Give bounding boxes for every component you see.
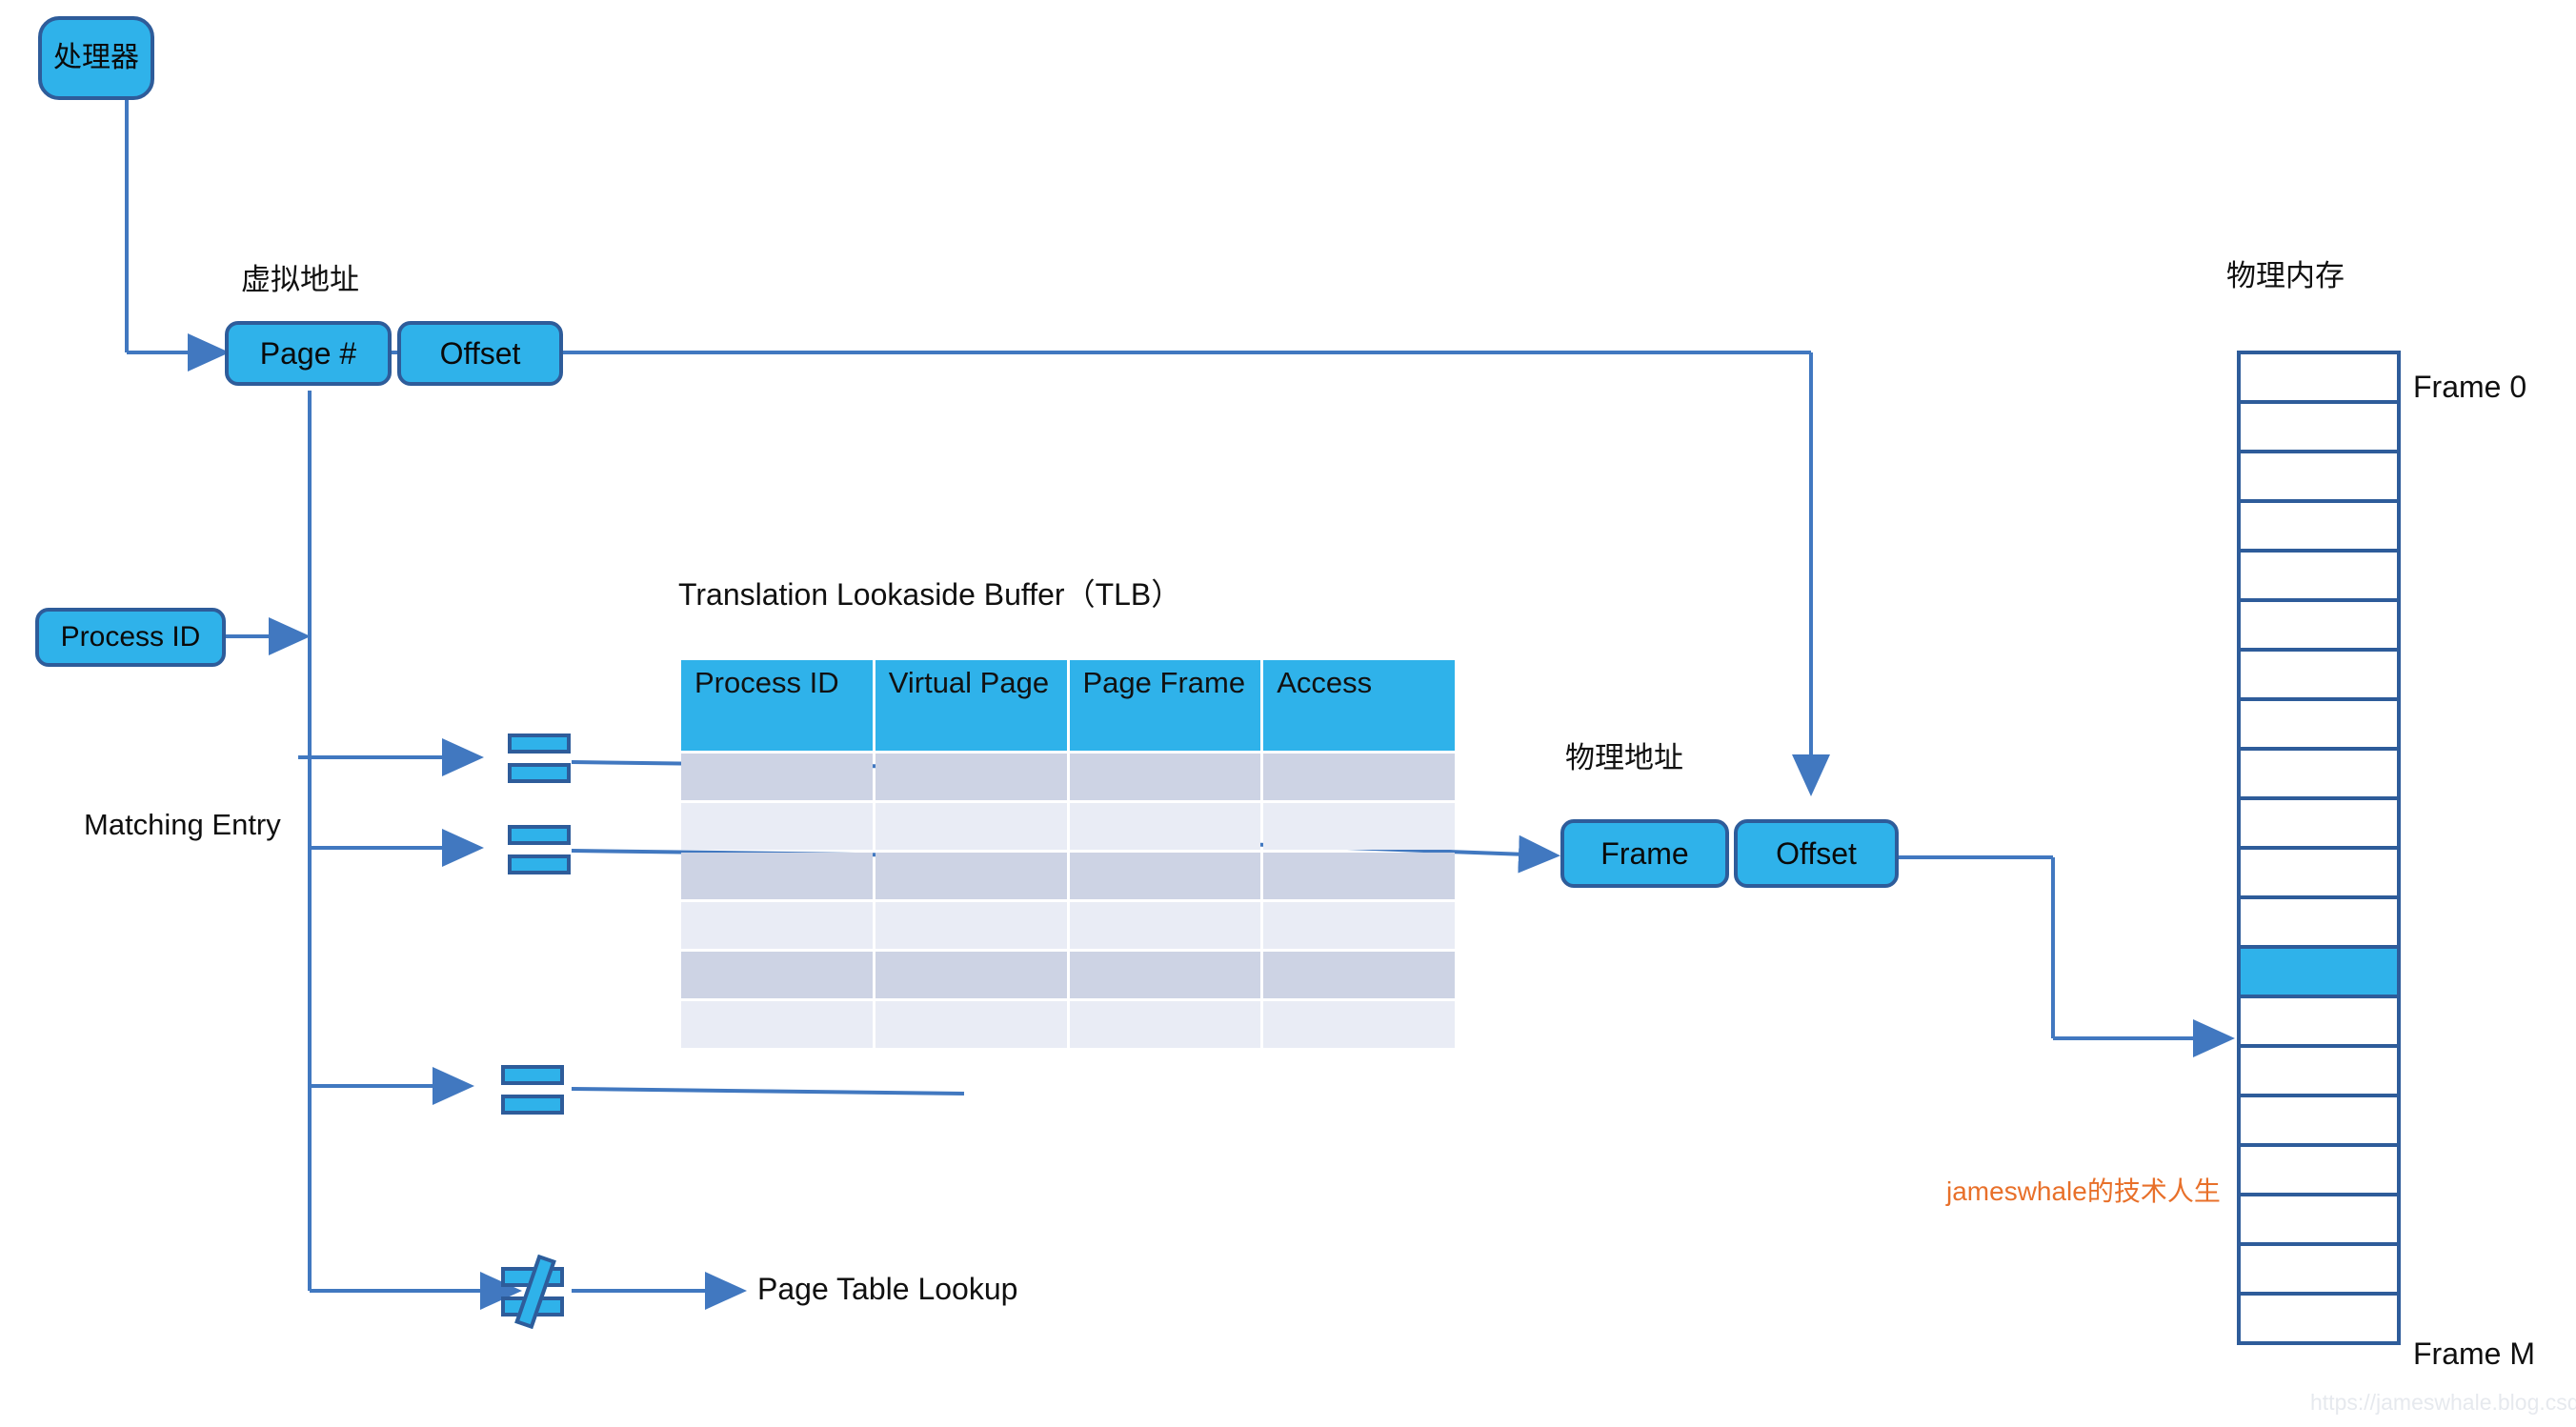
physical-address-label: 物理地址: [1565, 741, 1683, 774]
tlb-table: Process ID Virtual Page Page Frame Acces…: [678, 657, 1458, 1051]
equal-symbol-3: [501, 1065, 564, 1115]
processor-label: 处理器: [53, 42, 139, 73]
page-number-label: Page #: [259, 336, 357, 371]
memory-frame[interactable]: [2237, 747, 2401, 800]
page-number-node[interactable]: Page #: [225, 321, 392, 386]
tlb-cell: [1263, 853, 1455, 899]
memory-frame[interactable]: [2237, 697, 2401, 751]
not-equal-symbol: [501, 1254, 564, 1330]
physical-offset-node[interactable]: Offset: [1734, 819, 1899, 888]
tlb-cell: [1069, 754, 1261, 800]
tlb-cell: [1069, 952, 1261, 998]
memory-frame[interactable]: [2237, 1193, 2401, 1246]
matching-entry-label: Matching Entry: [84, 808, 281, 841]
tlb-cell: [1069, 902, 1261, 949]
tlb-cell: [1263, 754, 1455, 800]
table-row[interactable]: [681, 754, 1455, 800]
process-id-node[interactable]: Process ID: [35, 608, 226, 667]
equal-symbol-2: [508, 825, 571, 874]
memory-frame[interactable]: [2237, 796, 2401, 850]
table-row[interactable]: [681, 952, 1455, 998]
diagram-canvas: 处理器 虚拟地址 Page # Offset Process ID Matchi…: [0, 0, 2576, 1427]
memory-frame[interactable]: [2237, 846, 2401, 899]
equal-bar-bottom: [501, 1095, 564, 1115]
table-row[interactable]: [681, 902, 1455, 949]
physical-memory-label: 物理内存: [2226, 259, 2345, 292]
memory-frame[interactable]: [2237, 499, 2401, 553]
tlb-cell: [1263, 803, 1455, 850]
memory-frame[interactable]: [2237, 895, 2401, 949]
memory-frame[interactable]: [2237, 1044, 2401, 1097]
memory-frame[interactable]: [2237, 450, 2401, 503]
tlb-cell: [681, 853, 873, 899]
memory-frame[interactable]: [2237, 549, 2401, 602]
frame-zero-label: Frame 0: [2413, 370, 2527, 404]
equal-bar-top: [508, 825, 571, 845]
virtual-offset-label: Offset: [439, 336, 521, 371]
memory-frame-highlighted[interactable]: [2237, 945, 2401, 998]
blog-name-watermark: jameswhale的技术人生: [1946, 1176, 2221, 1206]
tlb-header-row: Process ID Virtual Page Page Frame Acces…: [681, 660, 1455, 751]
tlb-col-virtual-page: Virtual Page: [875, 660, 1067, 751]
physical-memory-column: [2237, 351, 2401, 1345]
tlb-col-access: Access: [1263, 660, 1455, 751]
equal-symbol-1: [508, 734, 571, 783]
tlb-col-process-id: Process ID: [681, 660, 873, 751]
tlb-cell: [681, 754, 873, 800]
table-row[interactable]: [681, 1001, 1455, 1048]
memory-frame[interactable]: [2237, 1143, 2401, 1196]
processor-node[interactable]: 处理器: [38, 16, 154, 100]
memory-frame[interactable]: [2237, 648, 2401, 701]
tlb-cell: [681, 952, 873, 998]
equal-bar-bottom: [508, 763, 571, 783]
equal-bar-bottom: [508, 854, 571, 874]
physical-offset-label: Offset: [1776, 836, 1857, 871]
blog-url-watermark: https://jameswhale.blog.csdn.net: [2310, 1390, 2576, 1415]
tlb-cell: [875, 952, 1067, 998]
tlb-cell: [1069, 853, 1261, 899]
not-equal-slash: [514, 1254, 556, 1330]
tlb-col-page-frame: Page Frame: [1069, 660, 1261, 751]
memory-frame[interactable]: [2237, 1242, 2401, 1296]
tlb-cell: [681, 902, 873, 949]
tlb-cell: [1069, 803, 1261, 850]
tlb-cell: [875, 853, 1067, 899]
tlb-cell: [681, 1001, 873, 1048]
memory-frame[interactable]: [2237, 1094, 2401, 1147]
tlb-cell: [681, 803, 873, 850]
memory-frame[interactable]: [2237, 598, 2401, 652]
table-row[interactable]: [681, 853, 1455, 899]
memory-frame[interactable]: [2237, 1292, 2401, 1345]
equal-bar-top: [508, 734, 571, 754]
tlb-title: Translation Lookaside Buffer（TLB）: [678, 577, 1182, 612]
tlb-cell: [1263, 1001, 1455, 1048]
process-id-label: Process ID: [60, 621, 201, 653]
frame-node[interactable]: Frame: [1560, 819, 1729, 888]
tlb-cell: [875, 902, 1067, 949]
virtual-offset-node[interactable]: Offset: [397, 321, 563, 386]
memory-frame[interactable]: [2237, 400, 2401, 453]
equal-bar-top: [501, 1065, 564, 1085]
frame-m-label: Frame M: [2413, 1337, 2535, 1371]
virtual-address-label: 虚拟地址: [241, 263, 359, 296]
tlb-cell: [1263, 952, 1455, 998]
table-row[interactable]: [681, 803, 1455, 850]
memory-frame[interactable]: [2237, 995, 2401, 1048]
tlb-cell: [875, 803, 1067, 850]
tlb-body: [681, 754, 1455, 1048]
tlb-cell: [1069, 1001, 1261, 1048]
page-table-lookup-label: Page Table Lookup: [757, 1272, 1018, 1306]
tlb-cell: [875, 754, 1067, 800]
tlb-cell: [875, 1001, 1067, 1048]
memory-frame[interactable]: [2237, 351, 2401, 404]
tlb-cell: [1263, 902, 1455, 949]
frame-label: Frame: [1600, 836, 1689, 871]
